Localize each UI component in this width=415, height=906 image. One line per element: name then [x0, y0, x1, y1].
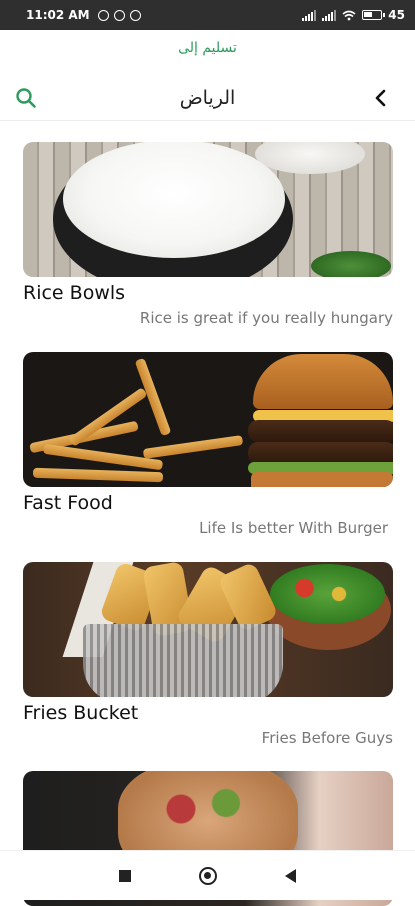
circle-icon[interactable] [199, 866, 217, 885]
deliver-to-label[interactable]: تسليم إلى [0, 40, 415, 56]
notification-icons [97, 9, 141, 21]
burger-patty [248, 442, 393, 464]
signal-icon [302, 9, 317, 21]
battery-percent: 45 [388, 8, 405, 22]
fry [68, 387, 148, 447]
status-bar: 11:02 AM 45 [0, 0, 415, 30]
salad [270, 564, 385, 624]
square-icon[interactable] [119, 869, 131, 882]
signal-icon [322, 9, 337, 21]
rice-side-dish [255, 142, 365, 174]
category-subtitle: Rice is great if you really hungary [139, 309, 393, 327]
category-subtitle: Fries Before Guys [261, 729, 393, 747]
city-title[interactable]: الرياض [180, 87, 236, 109]
category-card-rice-bowls[interactable]: Rice Bowls Rice is great if you really h… [23, 142, 393, 327]
category-title: Rice Bowls [23, 282, 126, 304]
header-divider [0, 120, 415, 121]
notification-icon [129, 9, 141, 21]
burger-patty [248, 420, 393, 442]
wifi-icon [342, 10, 356, 20]
category-title: Fries Bucket [23, 702, 139, 724]
fries-bucket [83, 624, 283, 697]
category-card-fries-bucket[interactable]: Fries Bucket Fries Before Guys [23, 562, 393, 747]
status-left: 11:02 AM [26, 8, 141, 22]
search-icon[interactable] [14, 86, 38, 110]
burger-bun-top [253, 354, 393, 409]
herb-garnish [311, 251, 391, 277]
category-card-fast-food[interactable]: Fast Food Life Is better With Burger [23, 352, 393, 537]
fry [32, 467, 164, 483]
status-time: 11:02 AM [26, 8, 90, 22]
battery-icon [362, 10, 386, 20]
category-subtitle: Life Is better With Burger [199, 519, 388, 537]
fast-food-image[interactable] [23, 352, 393, 487]
triangle-back-icon[interactable] [285, 868, 296, 883]
rice-bowls-image[interactable] [23, 142, 393, 277]
notification-icon [113, 9, 125, 21]
fry [142, 435, 244, 459]
burger-bun-bottom [251, 472, 393, 487]
category-title: Fast Food [23, 492, 113, 514]
chevron-left-icon[interactable] [369, 86, 393, 110]
system-nav-bar [0, 850, 415, 900]
alarm-icon [97, 9, 109, 21]
rice [63, 142, 285, 258]
fries-bucket-image[interactable] [23, 562, 393, 697]
top-bar: الرياض [0, 78, 415, 118]
status-right: 45 [302, 8, 405, 22]
